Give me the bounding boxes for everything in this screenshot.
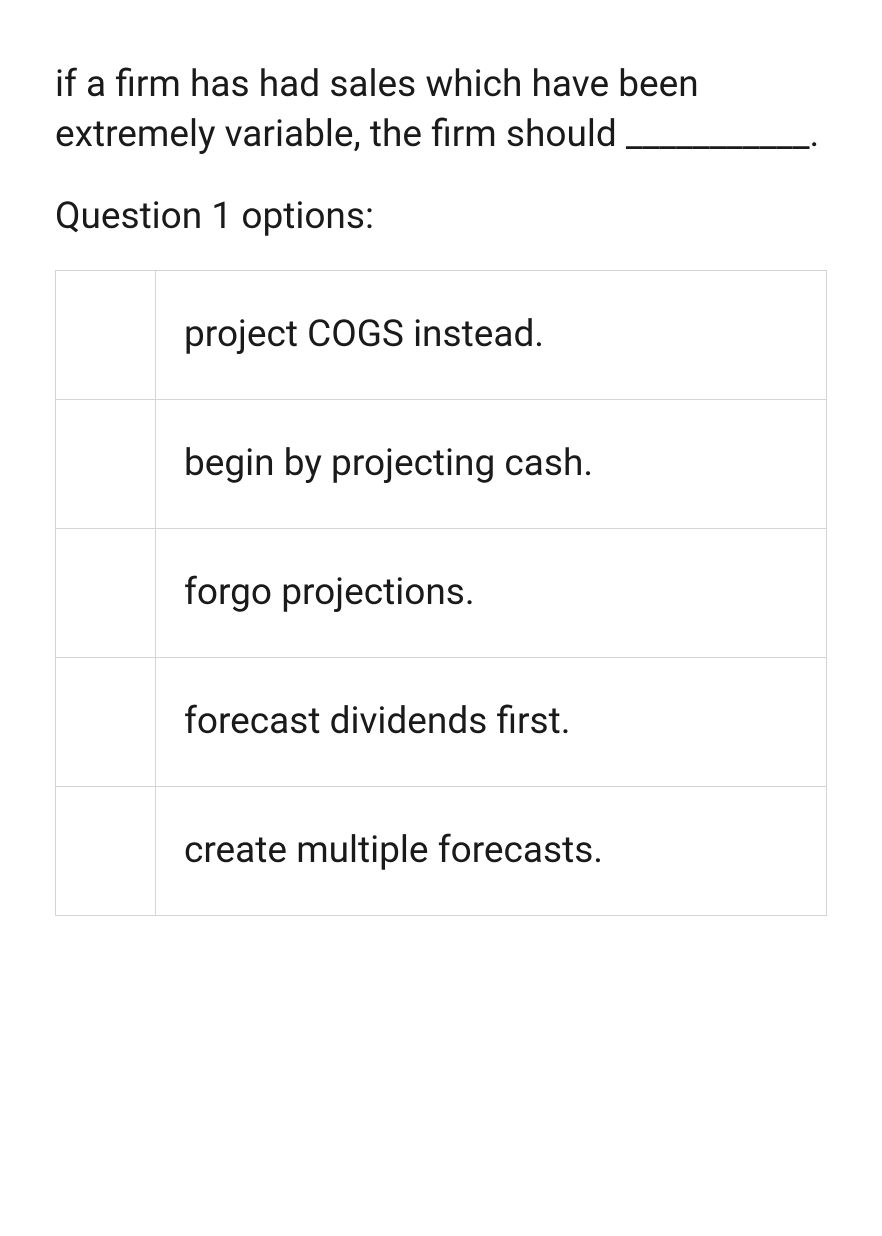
option-row[interactable]: begin by projecting cash. — [56, 399, 827, 528]
option-row[interactable]: forecast dividends first. — [56, 658, 827, 787]
option-selector[interactable] — [56, 529, 156, 658]
options-table: project COGS instead. begin by projectin… — [55, 270, 827, 916]
option-text: forecast dividends first. — [156, 658, 827, 787]
option-text: project COGS instead. — [156, 270, 827, 399]
options-label: Question 1 options: — [55, 192, 827, 242]
option-text: create multiple forecasts. — [156, 787, 827, 916]
option-text: forgo projections. — [156, 529, 827, 658]
option-selector[interactable] — [56, 658, 156, 787]
option-row[interactable]: project COGS instead. — [56, 270, 827, 399]
option-row[interactable]: create multiple forecasts. — [56, 787, 827, 916]
option-selector[interactable] — [56, 270, 156, 399]
question-stem: if a firm has had sales which have been … — [55, 60, 827, 160]
option-selector[interactable] — [56, 399, 156, 528]
option-text: begin by projecting cash. — [156, 399, 827, 528]
option-row[interactable]: forgo projections. — [56, 529, 827, 658]
option-selector[interactable] — [56, 787, 156, 916]
